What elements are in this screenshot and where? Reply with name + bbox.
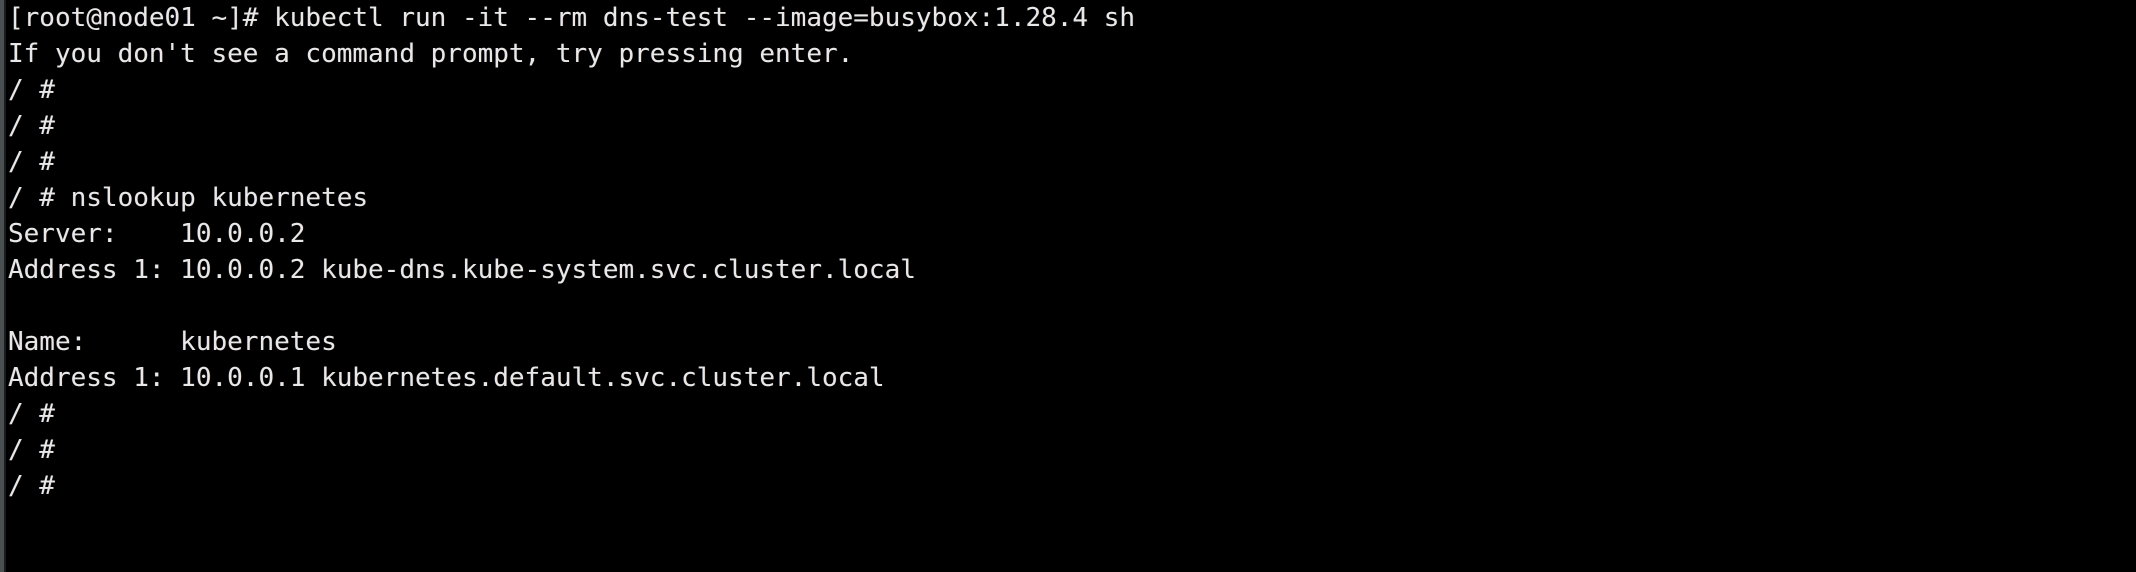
terminal-line-server-address: Address 1: 10.0.0.2 kube-dns.kube-system… bbox=[8, 255, 916, 285]
terminal-line-prompt-2: / # bbox=[8, 111, 55, 141]
terminal-output-area[interactable]: [root@node01 ~]# kubectl run -it --rm dn… bbox=[6, 0, 2136, 572]
terminal-line-command-kubectl-run: [root@node01 ~]# kubectl run -it --rm dn… bbox=[8, 3, 1136, 33]
terminal-line-command-nslookup: / # nslookup kubernetes bbox=[8, 183, 369, 213]
terminal-window[interactable]: [root@node01 ~]# kubectl run -it --rm dn… bbox=[0, 0, 2136, 572]
terminal-line-answer-address: Address 1: 10.0.0.1 kubernetes.default.s… bbox=[8, 363, 885, 393]
terminal-line-prompt-1: / # bbox=[8, 75, 55, 105]
terminal-line-prompt-3: / # bbox=[8, 147, 55, 177]
terminal-line-prompt-6: / # bbox=[8, 471, 55, 501]
terminal-line-name: Name: kubernetes bbox=[8, 327, 337, 357]
terminal-line-prompt-4: / # bbox=[8, 399, 55, 429]
terminal-line-server: Server: 10.0.0.2 bbox=[8, 219, 306, 249]
terminal-line-hint-press-enter: If you don't see a command prompt, try p… bbox=[8, 39, 854, 69]
terminal-line-prompt-5: / # bbox=[8, 435, 55, 465]
